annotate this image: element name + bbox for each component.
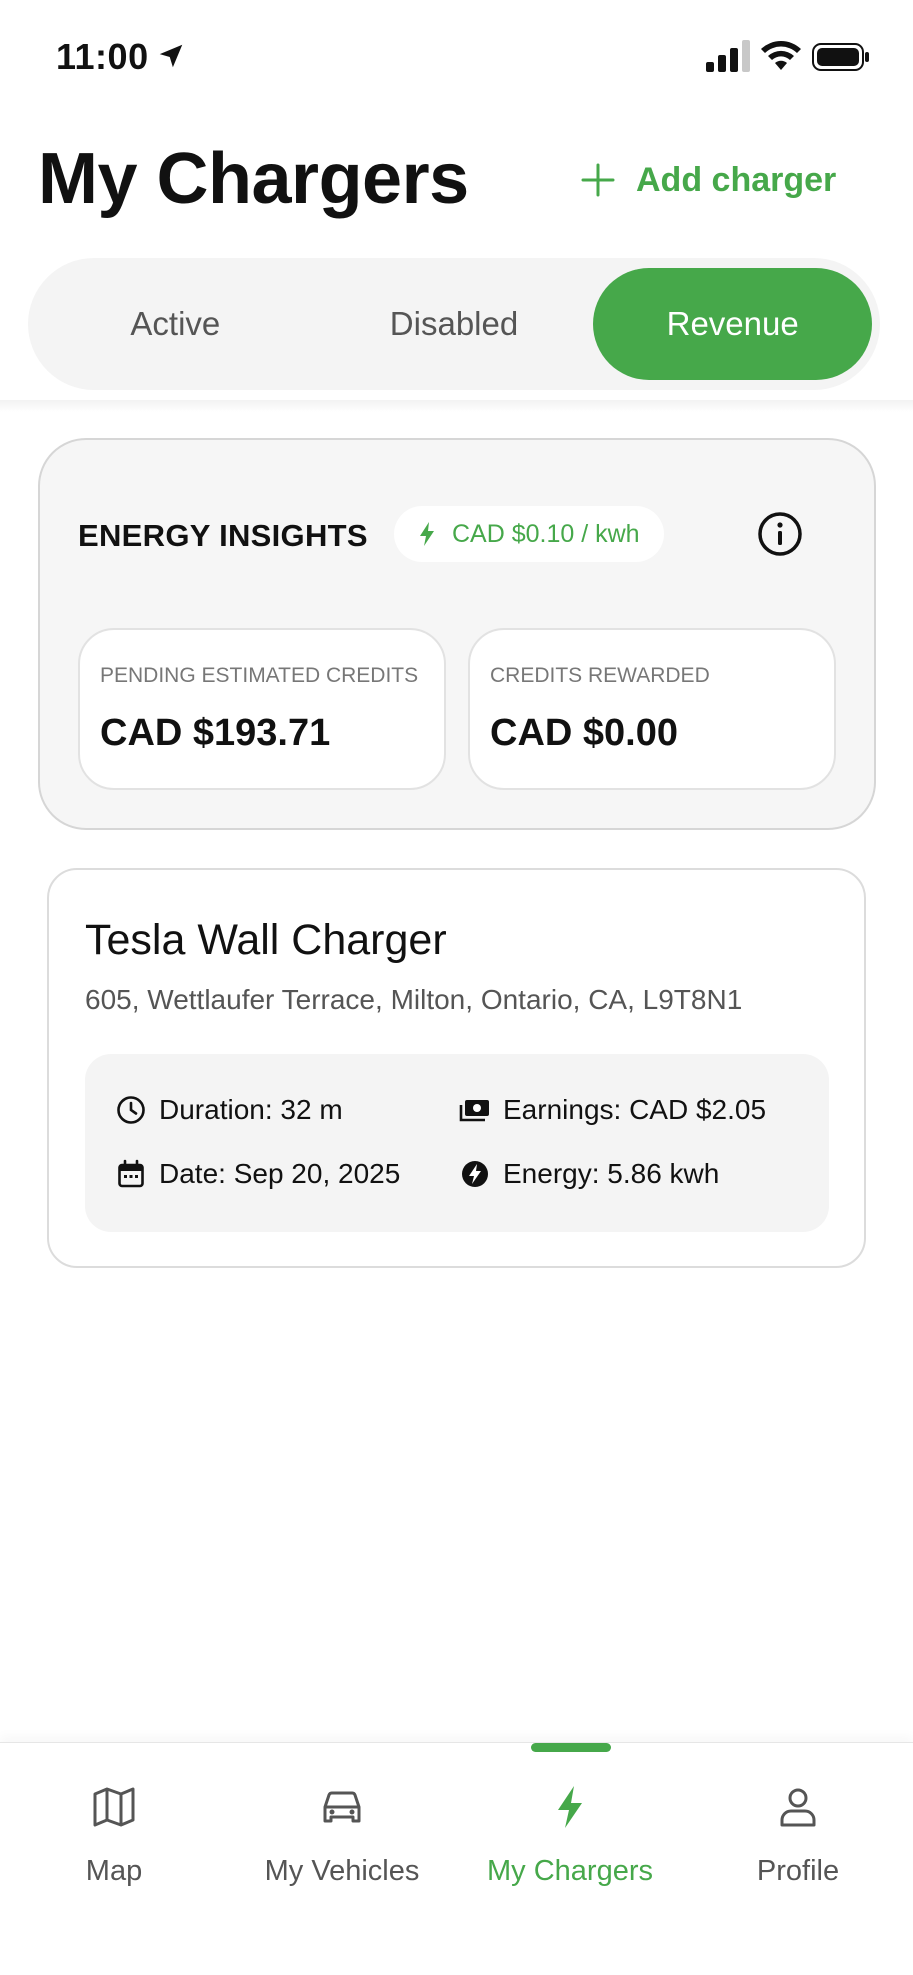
insights-title: ENERGY INSIGHTS — [78, 518, 368, 553]
tab-disabled[interactable]: Disabled — [315, 268, 594, 380]
status-bar: 11:00 — [0, 0, 913, 110]
earnings-stat: Earnings: CAD $2.05 — [459, 1094, 766, 1126]
plus-icon — [581, 163, 615, 197]
charger-name: Tesla Wall Charger — [85, 916, 447, 964]
energy-text: Energy: 5.86 kwh — [503, 1158, 720, 1189]
tab-active[interactable]: Active — [36, 268, 315, 380]
nav-map[interactable]: Map — [0, 1783, 228, 1888]
segmented-tabs: Active Disabled Revenue — [28, 258, 880, 390]
nav-map-label: Map — [85, 1855, 143, 1887]
car-icon — [323, 1791, 361, 1823]
rate-badge: CAD $0.10 / kwh — [394, 506, 664, 562]
duration-stat: Duration: 32 m — [115, 1094, 343, 1126]
pending-credits-value: CAD $193.71 — [100, 712, 331, 754]
person-icon — [780, 1788, 816, 1827]
credits-rewarded-box: CREDITS REWARDED CAD $0.00 — [468, 628, 836, 790]
duration-text: Duration: 32 m — [159, 1094, 343, 1125]
money-icon — [459, 1100, 489, 1122]
credits-rewarded-label: CREDITS REWARDED — [490, 664, 710, 687]
add-charger-label: Add charger — [636, 160, 837, 199]
bolt-icon — [558, 1786, 582, 1828]
rate-text: CAD $0.10 / kwh — [452, 519, 640, 548]
battery-icon — [812, 43, 869, 71]
header-divider — [0, 400, 913, 412]
date-stat: Date: Sep 20, 2025 — [115, 1158, 400, 1190]
bolt-icon — [420, 522, 434, 546]
earnings-text: Earnings: CAD $2.05 — [503, 1094, 767, 1125]
location-arrow-icon — [159, 44, 183, 68]
clock-icon — [117, 1096, 145, 1124]
date-text: Date: Sep 20, 2025 — [159, 1158, 401, 1189]
credits-rewarded-value: CAD $0.00 — [490, 712, 678, 754]
add-charger-button[interactable]: Add charger — [580, 150, 836, 210]
info-icon[interactable] — [756, 510, 804, 558]
bottom-nav: Map My Vehicles My Chargers Profile — [0, 1742, 913, 1975]
nav-my-vehicles-label: My Vehicles — [264, 1855, 420, 1887]
energy-insights-card: ENERGY INSIGHTS CAD $0.10 / kwh PENDING … — [38, 438, 876, 830]
energy-stat: Energy: 5.86 kwh — [459, 1158, 719, 1190]
charger-stats: Duration: 32 m Earnings: CAD $2.05 Date:… — [85, 1054, 829, 1232]
charger-card[interactable]: Tesla Wall Charger 605, Wettlaufer Terra… — [47, 868, 866, 1268]
pending-credits-box: PENDING ESTIMATED CREDITS CAD $193.71 — [78, 628, 446, 790]
nav-my-chargers[interactable]: My Chargers — [456, 1783, 684, 1888]
map-icon — [93, 1787, 135, 1827]
cellular-signal-icon — [706, 40, 750, 72]
status-time: 11:00 — [56, 36, 149, 77]
charger-address: 605, Wettlaufer Terrace, Milton, Ontario… — [85, 984, 743, 1015]
wifi-icon — [761, 41, 801, 70]
nav-profile-label: Profile — [756, 1855, 840, 1887]
energy-bolt-icon — [462, 1161, 488, 1187]
nav-my-chargers-label: My Chargers — [487, 1855, 653, 1887]
nav-profile[interactable]: Profile — [684, 1783, 912, 1888]
nav-my-vehicles[interactable]: My Vehicles — [228, 1783, 456, 1888]
calendar-icon — [118, 1159, 144, 1188]
page-title: My Chargers — [38, 139, 469, 219]
tab-revenue[interactable]: Revenue — [593, 268, 873, 380]
pending-credits-label: PENDING ESTIMATED CREDITS — [100, 664, 419, 687]
active-tab-indicator — [531, 1743, 611, 1752]
